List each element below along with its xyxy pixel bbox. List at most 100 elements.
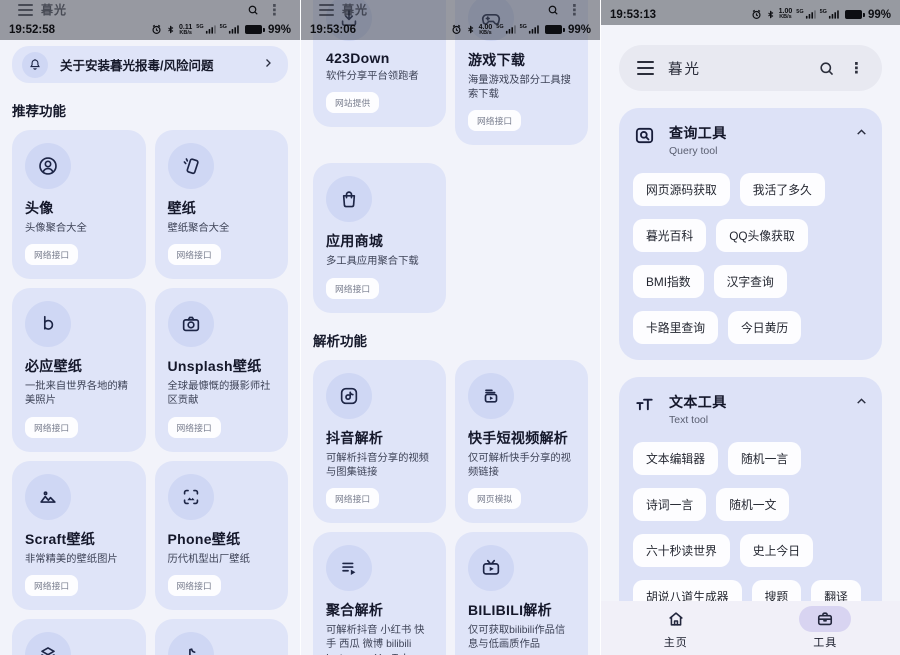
feature-card-phone-wallpaper[interactable]: Phone壁纸 历代机型出厂壁纸 网络接口 bbox=[155, 461, 289, 610]
feature-subtitle: 头像聚合大全 bbox=[25, 222, 133, 236]
chip[interactable]: 我活了多久 bbox=[740, 173, 825, 206]
signal-icon-sim2: 5G bbox=[220, 24, 239, 35]
signal-icon-sim2: 5G bbox=[520, 24, 539, 35]
feature-subtitle: 软件分享平台领跑者 bbox=[326, 70, 433, 84]
chip[interactable]: 网页源码获取 bbox=[633, 173, 730, 206]
status-row: 19:53:13 1.00KB/s 5G 5G 99% bbox=[601, 4, 900, 25]
chip[interactable]: 随机一言 bbox=[728, 442, 801, 475]
notice-banner[interactable]: 关于安装暮光报毒/风险问题 bbox=[12, 46, 288, 83]
feature-tag: 网络接口 bbox=[25, 417, 78, 438]
nav-item-home[interactable]: 主页 bbox=[601, 606, 751, 650]
group-header[interactable]: 查询工具 Query tool bbox=[633, 123, 868, 157]
signal-icon-sim1: 5G bbox=[496, 24, 515, 35]
music-icon bbox=[168, 632, 214, 655]
tool-group-query: 查询工具 Query tool 网页源码获取 我活了多久 暮光百科 QQ头像获取… bbox=[619, 108, 882, 360]
feature-card-bilibili-parse[interactable]: BILIBILI解析 仅可获取bilibili作品信息与低画质作品 网络接口 bbox=[455, 532, 588, 655]
toolbar: 暮光 ⋮ bbox=[619, 45, 882, 91]
feature-tag: 网络接口 bbox=[326, 278, 379, 299]
menu-icon[interactable] bbox=[18, 4, 33, 16]
tv-icon bbox=[468, 545, 514, 591]
feature-card-unsplash-wallpaper[interactable]: Unsplash壁纸 全球最慷慨的摄影师社区贡献 网络接口 bbox=[155, 288, 289, 451]
feature-title: Phone壁纸 bbox=[168, 529, 276, 549]
scrolled-content: 423Down 软件分享平台领跑者 网站提供 游戏下载 海量游戏及部分工具搜索下… bbox=[301, 0, 600, 655]
app-title: 暮光 bbox=[342, 1, 368, 18]
feature-tag: 网络接口 bbox=[468, 110, 521, 131]
feature-card-douyin-parse[interactable]: 抖音解析 可解析抖音分享的视频与图集链接 网络接口 bbox=[313, 360, 446, 523]
bing-icon bbox=[25, 301, 71, 347]
alarm-icon bbox=[151, 24, 162, 35]
feature-tag: 网络接口 bbox=[326, 488, 379, 509]
text-icon bbox=[633, 393, 656, 416]
menu-icon[interactable] bbox=[637, 61, 654, 75]
status-bar: 19:53:13 1.00KB/s 5G 5G 99% bbox=[601, 0, 900, 25]
feature-card-aggregate-parse[interactable]: 聚合解析 可解析抖音 小红书 快手 西瓜 微博 bilibili Instagr… bbox=[313, 532, 446, 655]
battery-percent: 99% bbox=[868, 9, 891, 21]
overflow-menu-icon[interactable]: ⋮ bbox=[567, 1, 582, 19]
chip[interactable]: 汉字查询 bbox=[714, 265, 787, 298]
status-bar: 暮光 ⋮ 19:53:06 4.00KB/s 5G 5G 99% bbox=[301, 0, 600, 40]
menu-icon[interactable] bbox=[319, 4, 334, 16]
feature-card-wallpaper[interactable]: 壁纸 壁纸聚合大全 网络接口 bbox=[155, 130, 289, 279]
group-header[interactable]: 文本工具 Text tool bbox=[633, 392, 868, 426]
chip[interactable]: 暮光百科 bbox=[633, 219, 706, 252]
briefcase-icon bbox=[799, 606, 851, 632]
chip[interactable]: 文本编辑器 bbox=[633, 442, 718, 475]
chip[interactable]: QQ头像获取 bbox=[716, 219, 808, 252]
bell-icon bbox=[22, 52, 48, 78]
feature-tag: 网络接口 bbox=[25, 575, 78, 596]
feature-tag: 网站提供 bbox=[326, 92, 379, 113]
feature-card-avatar[interactable]: 头像 头像聚合大全 网络接口 bbox=[12, 130, 146, 279]
chevron-up-icon[interactable] bbox=[855, 395, 868, 413]
video-recorder-icon bbox=[468, 373, 514, 419]
chip[interactable]: 卡路里查询 bbox=[633, 311, 718, 344]
group-title: 查询工具 bbox=[669, 123, 842, 143]
feature-card-app-store[interactable]: 应用商城 多工具应用聚合下载 网络接口 bbox=[313, 163, 446, 312]
feature-title: BILIBILI解析 bbox=[468, 600, 575, 620]
nav-item-tools[interactable]: 工具 bbox=[751, 606, 900, 650]
signal-icon-sim1: 5G bbox=[796, 9, 815, 20]
chip[interactable]: 史上今日 bbox=[740, 534, 813, 567]
notice-text: 关于安装暮光报毒/风险问题 bbox=[60, 55, 250, 74]
nav-label: 工具 bbox=[813, 634, 837, 650]
screen-home-scrolled: 暮光 ⋮ 19:53:06 4.00KB/s 5G 5G 99% bbox=[300, 0, 600, 655]
chip[interactable]: 六十秒读世界 bbox=[633, 534, 730, 567]
app-title: 暮光 bbox=[41, 1, 67, 18]
query-icon bbox=[633, 124, 656, 147]
status-time: 19:53:13 bbox=[610, 9, 656, 21]
status-bar: 暮光 ⋮ 19:52:58 0.11KB/s 5G 5G 99% bbox=[0, 0, 300, 40]
status-row: 19:52:58 0.11KB/s 5G 5G 99% bbox=[0, 20, 300, 40]
layers-icon bbox=[25, 632, 71, 655]
battery-icon bbox=[845, 10, 862, 19]
chip[interactable]: BMI指数 bbox=[633, 265, 704, 298]
feature-tag: 网页模拟 bbox=[468, 488, 521, 509]
feature-card-kuaishou-parse[interactable]: 快手短视频解析 仅可解析快手分享的视频链接 网页模拟 bbox=[455, 360, 588, 523]
feature-title: 应用商城 bbox=[326, 231, 433, 251]
overflow-menu-icon[interactable]: ⋮ bbox=[267, 1, 282, 19]
chevron-right-icon bbox=[262, 56, 274, 74]
feature-title: 必应壁纸 bbox=[25, 356, 133, 376]
feature-title: 游戏下载 bbox=[468, 50, 575, 70]
chip[interactable]: 诗词一言 bbox=[633, 488, 706, 521]
chip[interactable]: 今日黄历 bbox=[728, 311, 801, 344]
frame-image-icon bbox=[168, 474, 214, 520]
feature-card-bing-wallpaper[interactable]: 必应壁纸 一批来自世界各地的精美照片 网络接口 bbox=[12, 288, 146, 451]
feature-subtitle: 壁纸聚合大全 bbox=[168, 222, 276, 236]
overflow-menu-icon[interactable]: ⋮ bbox=[849, 59, 864, 77]
feature-title: 壁纸 bbox=[168, 198, 276, 218]
bluetooth-icon bbox=[766, 9, 775, 20]
search-icon[interactable] bbox=[247, 4, 259, 16]
search-icon[interactable] bbox=[818, 60, 835, 77]
app-title: 暮光 bbox=[668, 58, 804, 79]
wallpaper-icon bbox=[168, 143, 214, 189]
group-subtitle: Query tool bbox=[669, 145, 842, 157]
chip[interactable]: 随机一文 bbox=[716, 488, 789, 521]
search-icon[interactable] bbox=[547, 4, 559, 16]
feature-title: 快手短视频解析 bbox=[468, 428, 575, 448]
feature-card-music[interactable]: 音乐 简单的音乐下载播放 网络接口 bbox=[155, 619, 289, 655]
battery-percent: 99% bbox=[268, 24, 291, 36]
chevron-up-icon[interactable] bbox=[855, 126, 868, 144]
net-speed: 4.00KB/s bbox=[479, 24, 493, 37]
feature-card-scraft-wallpaper[interactable]: Scraft壁纸 非常精美的壁纸图片 网络接口 bbox=[12, 461, 146, 610]
shopping-bag-icon bbox=[326, 176, 372, 222]
feature-card-gallery[interactable]: 图集 画质较好的动漫图集 网络接口 bbox=[12, 619, 146, 655]
